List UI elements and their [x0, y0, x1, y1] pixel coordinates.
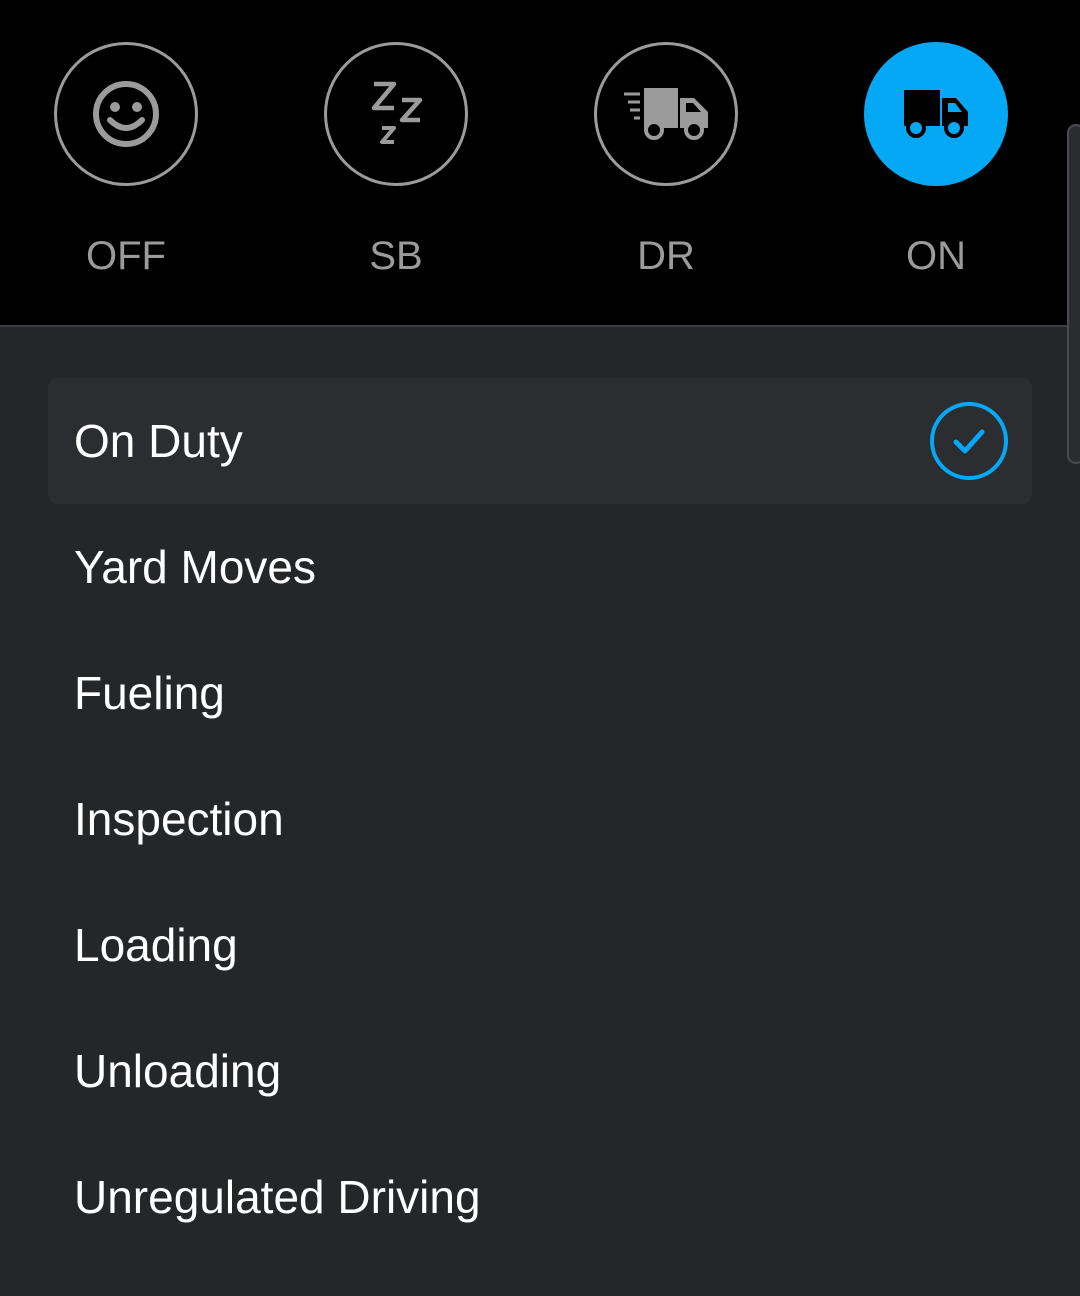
- status-off-label: OFF: [86, 234, 166, 278]
- list-item-fueling[interactable]: Fueling: [48, 630, 1032, 756]
- list-item-label: Fueling: [74, 667, 225, 719]
- status-sb-label: SB: [369, 234, 423, 278]
- status-dr-label: DR: [637, 234, 695, 278]
- list-item-label: Unregulated Driving: [74, 1171, 481, 1223]
- duty-status-screen: OFF SB DR ON On Duty Yard Moves Fueling …: [0, 0, 1080, 1296]
- smiley-icon: [93, 81, 159, 147]
- status-off-button[interactable]: [54, 42, 198, 186]
- status-dr[interactable]: DR: [594, 42, 738, 292]
- list-item-unregulated-driving[interactable]: Unregulated Driving: [48, 1134, 1032, 1260]
- truck-icon: [904, 90, 968, 138]
- duty-options-list: On Duty Yard Moves Fueling Inspection Lo…: [48, 378, 1032, 1260]
- status-off[interactable]: OFF: [54, 42, 198, 292]
- status-sb[interactable]: SB: [324, 42, 468, 292]
- list-item-label: Inspection: [74, 793, 284, 845]
- checkmark-icon: [953, 429, 985, 454]
- status-selector: OFF SB DR ON: [0, 0, 1080, 327]
- list-item-unloading[interactable]: Unloading: [48, 1008, 1032, 1134]
- list-item-label: Loading: [74, 919, 238, 971]
- status-on-button[interactable]: [864, 42, 1008, 186]
- moving-truck-icon: [624, 88, 708, 140]
- sleep-zzz-icon: [371, 81, 423, 144]
- status-sb-button[interactable]: [324, 42, 468, 186]
- status-on[interactable]: ON: [864, 42, 1008, 292]
- list-item-label: Yard Moves: [74, 541, 317, 593]
- check-circle-icon: [930, 402, 1008, 480]
- status-on-label: ON: [906, 234, 966, 278]
- status-dr-button[interactable]: [594, 42, 738, 186]
- list-item-yard-moves[interactable]: Yard Moves: [48, 504, 1032, 630]
- list-item-label: Unloading: [74, 1045, 282, 1097]
- list-item-loading[interactable]: Loading: [48, 882, 1032, 1008]
- list-item-inspection[interactable]: Inspection: [48, 756, 1032, 882]
- list-item-label: On Duty: [74, 415, 243, 467]
- list-item-on-duty[interactable]: On Duty: [48, 378, 1032, 504]
- scrollbar-thumb[interactable]: [1067, 124, 1080, 464]
